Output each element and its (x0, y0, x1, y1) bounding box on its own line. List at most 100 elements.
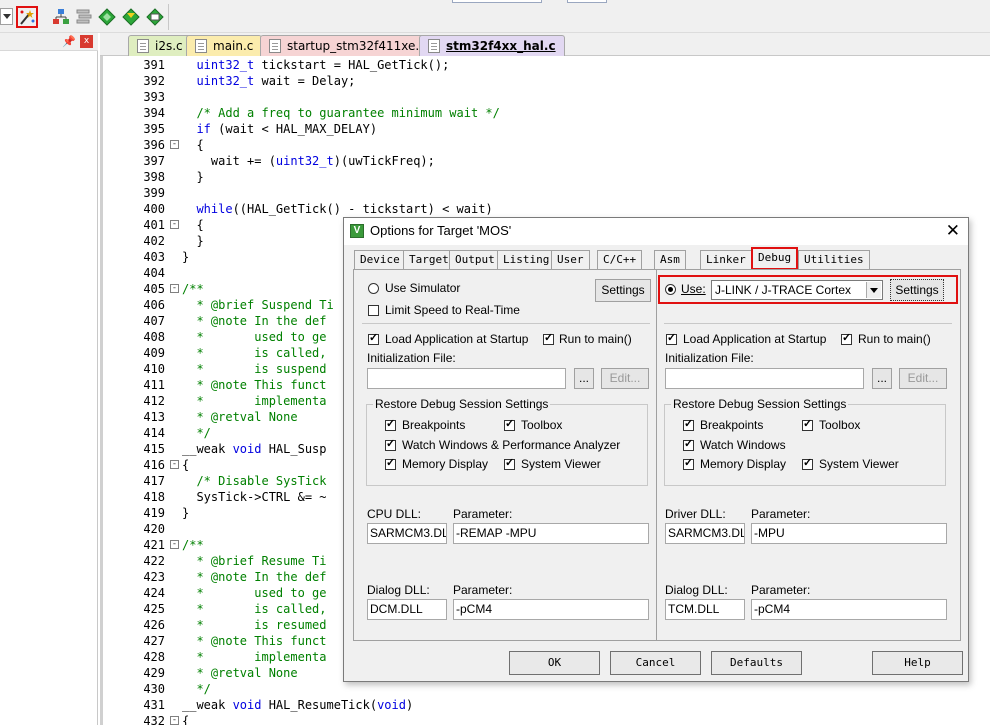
sim-dialog-dll-input[interactable]: DCM.DLL (367, 599, 447, 620)
simulator-settings-button[interactable]: Settings (595, 279, 651, 302)
cpu-dll-input[interactable]: SARMCM3.DLL (367, 523, 447, 544)
project-panel-header: 📌 x (0, 33, 98, 51)
sim-sysviewer-checkbox[interactable] (504, 456, 515, 470)
fold-toggle-icon[interactable]: - (170, 540, 179, 549)
sim-sysviewer-label: System Viewer (521, 457, 601, 471)
sim-memory-checkbox[interactable] (385, 456, 396, 470)
driver-dll-input[interactable]: SARMCM3.DLL (665, 523, 745, 544)
code-line: 392 uint32_t wait = Delay; (104, 73, 990, 89)
sim-browse-button[interactable]: ... (574, 368, 594, 389)
fold-toggle-icon[interactable]: - (170, 716, 179, 725)
fold-toggle-icon[interactable]: - (170, 460, 179, 469)
use-simulator-radio[interactable] (368, 283, 379, 294)
tab-linker[interactable]: Linker (700, 250, 752, 269)
drv-edit-button[interactable]: Edit... (899, 368, 947, 389)
pin-icon[interactable]: 📌 (62, 35, 76, 48)
tab-startup[interactable]: startup_stm32f411xe.s (260, 35, 435, 56)
drv-toolbox-checkbox[interactable] (802, 417, 813, 431)
line-number: 425 (143, 602, 165, 616)
tab-main[interactable]: main.c (186, 35, 263, 56)
dialog-title: Options for Target 'MOS' (370, 223, 512, 238)
code-text: * @note In the def (182, 570, 327, 584)
toolbar-dropdown-arrow[interactable] (0, 8, 13, 25)
sim-breakpoints-checkbox[interactable] (385, 417, 396, 431)
tab-utilities[interactable]: Utilities (798, 250, 870, 269)
tab-user[interactable]: User (551, 250, 590, 269)
sim-edit-button[interactable]: Edit... (601, 368, 649, 389)
driver-param-input[interactable]: -MPU (751, 523, 947, 544)
line-number: 419 (143, 506, 165, 520)
drv-load-app-checkbox[interactable] (666, 331, 677, 345)
sim-load-app-checkbox[interactable] (368, 331, 379, 345)
keil-app-icon: V (350, 224, 364, 238)
green-diamond-icon[interactable] (96, 6, 118, 28)
cancel-button[interactable]: Cancel (610, 651, 701, 675)
top-field (567, 0, 607, 3)
file-icon (428, 39, 440, 53)
main-toolbar (0, 0, 990, 33)
drv-watch-checkbox[interactable] (683, 437, 694, 451)
line-number: 391 (143, 58, 165, 72)
drv-dialog-param-input[interactable]: -pCM4 (751, 599, 947, 620)
driver-param-label: Parameter: (751, 507, 811, 521)
tab-target[interactable]: Target (403, 250, 455, 269)
cpu-param-input[interactable]: -REMAP -MPU (453, 523, 649, 544)
arrow-diamond-icon[interactable] (120, 6, 142, 28)
wand-icon[interactable] (16, 6, 38, 28)
defaults-button[interactable]: Defaults (711, 651, 802, 675)
sim-toolbox-checkbox[interactable] (504, 417, 515, 431)
panel-close-icon[interactable]: x (80, 35, 93, 48)
line-number: 416 (143, 458, 165, 472)
sim-run-to-main-checkbox[interactable] (543, 331, 554, 345)
fold-toggle-icon[interactable]: - (170, 220, 179, 229)
drv-dialog-dll-input[interactable]: TCM.DLL (665, 599, 745, 620)
drv-breakpoints-checkbox[interactable] (683, 417, 694, 431)
sim-watch-checkbox[interactable] (385, 437, 396, 451)
code-line: 400 while((HAL_GetTick() - tickstart) < … (104, 201, 990, 217)
tab-stm32f4xx-hal[interactable]: stm32f4xx_hal.c (419, 35, 565, 56)
driver-select[interactable]: J-LINK / J-TRACE Cortex (711, 280, 883, 300)
code-text: } (182, 170, 204, 184)
help-button[interactable]: Help (872, 651, 963, 675)
options-dialog: V Options for Target 'MOS' ✕ Device Targ… (343, 217, 969, 682)
code-text: } (182, 250, 190, 264)
tab-c-cpp[interactable]: C/C++ (597, 250, 643, 269)
tab-i2s[interactable]: i2s.c (128, 35, 192, 56)
drv-browse-button[interactable]: ... (872, 368, 892, 389)
tab-device[interactable]: Device (354, 250, 406, 269)
tab-output[interactable]: Output (449, 250, 501, 269)
tab-label: startup_stm32f411xe.s (287, 39, 426, 53)
fold-toggle-icon[interactable]: - (170, 284, 179, 293)
drv-memory-checkbox[interactable] (683, 456, 694, 470)
tab-listing[interactable]: Listing (497, 250, 556, 269)
code-text: SysTick->CTRL &= ~ (182, 490, 327, 504)
pack-installer-icon[interactable] (144, 6, 166, 28)
sim-watch-label: Watch Windows & Performance Analyzer (402, 438, 621, 452)
code-line: 394 /* Add a freq to guarantee minimum w… (104, 105, 990, 121)
drv-toolbox-label: Toolbox (819, 418, 861, 432)
code-line: 398 } (104, 169, 990, 185)
line-number: 410 (143, 362, 165, 376)
code-line: 391 uint32_t tickstart = HAL_GetTick(); (104, 57, 990, 73)
ok-button[interactable]: OK (509, 651, 600, 675)
close-icon[interactable]: ✕ (946, 221, 960, 241)
driver-settings-button[interactable]: Settings (890, 279, 944, 301)
manage-items-icon[interactable] (73, 6, 95, 28)
manage-project-icon[interactable] (50, 6, 72, 28)
limit-speed-checkbox[interactable] (368, 305, 379, 316)
sim-dialog-param-input[interactable]: -pCM4 (453, 599, 649, 620)
use-driver-radio[interactable] (665, 284, 676, 295)
use-driver-label: Use: (681, 282, 706, 296)
sim-breakpoints-label: Breakpoints (402, 418, 466, 432)
code-text: * @brief Resume Ti (182, 554, 327, 568)
tab-asm[interactable]: Asm (654, 250, 686, 269)
drv-breakpoints-label: Breakpoints (700, 418, 764, 432)
code-line: 397 wait += (uint32_t)(uwTickFreq); (104, 153, 990, 169)
drv-sysviewer-checkbox[interactable] (802, 456, 813, 470)
use-simulator-label: Use Simulator (385, 281, 461, 295)
sim-init-file-input[interactable] (367, 368, 566, 389)
drv-run-to-main-checkbox[interactable] (841, 331, 852, 345)
tab-debug[interactable]: Debug (751, 247, 799, 270)
drv-init-file-input[interactable] (665, 368, 864, 389)
fold-toggle-icon[interactable]: - (170, 140, 179, 149)
